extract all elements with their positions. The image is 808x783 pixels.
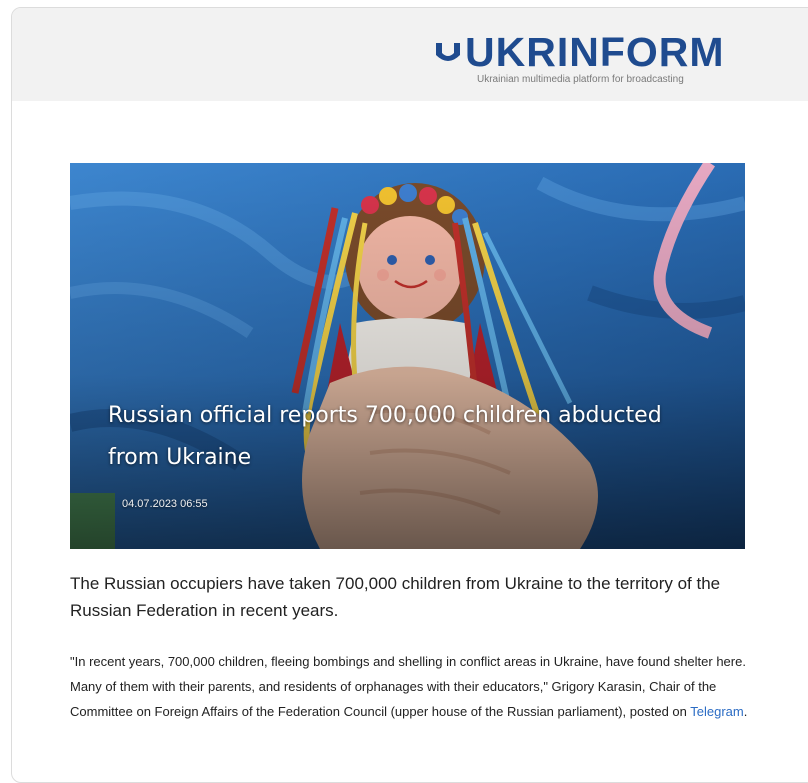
site-logo[interactable]: UKRINFORM: [433, 30, 725, 74]
logo-tagline: Ukrainian multimedia platform for broadc…: [477, 74, 684, 85]
telegram-link[interactable]: Telegram: [690, 704, 743, 719]
article-title[interactable]: Russian official reports 700,000 childre…: [108, 395, 708, 479]
hero-image[interactable]: Russian official reports 700,000 childre…: [70, 163, 745, 549]
article-body-text: "In recent years, 700,000 children, flee…: [70, 654, 746, 719]
article-card: UKRINFORM Ukrainian multimedia platform …: [11, 7, 808, 783]
article-lead: The Russian occupiers have taken 700,000…: [70, 574, 721, 620]
article-body-end: .: [743, 704, 748, 719]
trident-logo-icon: [436, 43, 460, 61]
article-date: 04.07.2023 06:55: [122, 498, 208, 510]
logo-wordmark: UKRINFORM: [465, 28, 725, 75]
doll-photo-icon: [70, 163, 745, 549]
site-header: UKRINFORM Ukrainian multimedia platform …: [12, 8, 808, 101]
article-body: "In recent years, 700,000 children, flee…: [70, 649, 770, 724]
